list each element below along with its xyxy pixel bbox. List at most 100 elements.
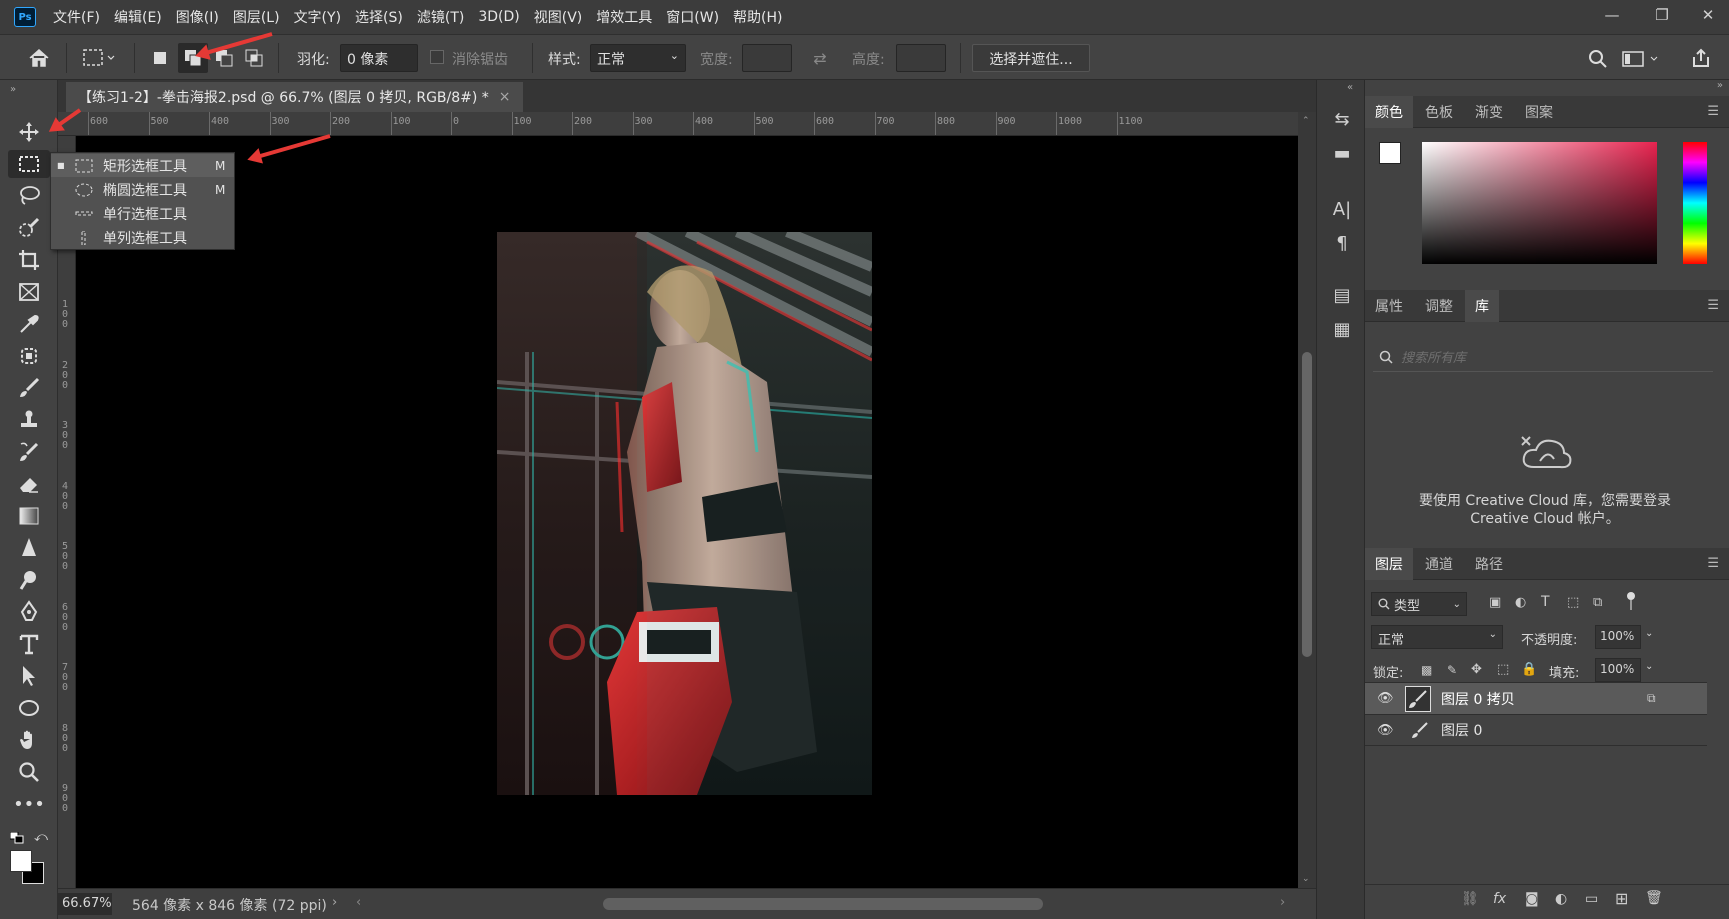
history-brush-tool[interactable] <box>8 438 50 466</box>
library-search-input[interactable]: 搜索所有库 <box>1373 342 1713 372</box>
character-panel-icon[interactable]: A| <box>1329 196 1355 222</box>
feather-input[interactable]: 0 像素 <box>340 44 418 72</box>
foreground-color-swatch[interactable] <box>10 850 32 872</box>
flyout-item-single-row-marquee[interactable]: 单行选框工具 <box>51 202 234 225</box>
close-window-button[interactable]: ✕ <box>1688 3 1728 27</box>
blend-mode-select[interactable]: 正常 ⌄ <box>1371 625 1503 649</box>
filter-pixel-icon[interactable]: ▣ <box>1489 595 1501 610</box>
scroll-left-icon[interactable]: ‹ <box>356 895 361 910</box>
menu-window[interactable]: 窗口(W) <box>659 0 726 34</box>
foreground-color-swatch[interactable] <box>1379 142 1401 164</box>
fill-input[interactable]: 100% <box>1595 658 1641 682</box>
trash-icon[interactable]: 🗑 <box>1645 890 1663 906</box>
zoom-tool[interactable] <box>8 758 50 786</box>
new-group-icon[interactable]: ▭ <box>1585 891 1598 907</box>
lock-position-icon[interactable]: ✥ <box>1471 662 1482 677</box>
horizontal-scroll-thumb[interactable] <box>603 898 1043 910</box>
style-select[interactable]: 正常 ⌄ <box>590 44 686 72</box>
filter-smart-object-icon[interactable]: ⧉ <box>1593 595 1602 610</box>
clone-stamp-tool[interactable] <box>8 406 50 434</box>
tab-patterns[interactable]: 图案 <box>1515 96 1563 128</box>
scroll-down-icon[interactable]: ⌄ <box>1302 874 1310 884</box>
filter-shape-icon[interactable]: ⬚ <box>1567 595 1579 610</box>
fill-dropdown-icon[interactable]: ⌄ <box>1645 661 1653 672</box>
layer-name[interactable]: 图层 0 拷贝 <box>1441 689 1515 709</box>
zoom-level-field[interactable]: 66.67% <box>58 893 112 915</box>
tab-channels[interactable]: 通道 <box>1415 548 1463 580</box>
filter-type-icon[interactable]: T <box>1541 594 1550 610</box>
tab-adjustments[interactable]: 调整 <box>1415 290 1463 322</box>
quick-selection-tool[interactable] <box>8 214 50 242</box>
path-selection-tool[interactable] <box>8 662 50 690</box>
more-tools-icon[interactable]: ••• <box>8 790 50 818</box>
tab-layers[interactable]: 图层 <box>1365 548 1413 580</box>
workspace-switcher[interactable] <box>1620 47 1662 71</box>
panel-menu-icon[interactable]: ☰ <box>1707 556 1719 571</box>
new-selection-button[interactable] <box>148 46 172 70</box>
lock-transparent-icon[interactable]: ▩ <box>1421 663 1432 677</box>
tab-libraries[interactable]: 库 <box>1465 290 1499 322</box>
type-tool[interactable] <box>8 630 50 658</box>
paragraph-panel-icon[interactable]: ¶ <box>1329 230 1355 256</box>
panel-menu-icon[interactable]: ☰ <box>1707 298 1719 313</box>
menu-view[interactable]: 视图(V) <box>527 0 590 34</box>
visibility-eye-icon[interactable]: 👁 <box>1377 691 1394 706</box>
shape-tool[interactable] <box>8 694 50 722</box>
collapse-arrows-icon[interactable]: » <box>10 84 16 95</box>
antialias-checkbox[interactable] <box>430 50 444 64</box>
move-tool[interactable] <box>8 118 50 146</box>
scroll-right-icon[interactable]: › <box>1280 895 1285 910</box>
marquee-tool[interactable] <box>8 150 50 178</box>
layer-name[interactable]: 图层 0 <box>1441 720 1482 740</box>
glyphs-panel-icon[interactable]: ▦ <box>1329 316 1355 342</box>
tab-paths[interactable]: 路径 <box>1465 548 1513 580</box>
tab-color[interactable]: 颜色 <box>1365 96 1413 128</box>
menu-edit[interactable]: 编辑(E) <box>107 0 169 34</box>
tab-properties[interactable]: 属性 <box>1365 290 1413 322</box>
menu-help[interactable]: 帮助(H) <box>726 0 789 34</box>
link-layers-icon[interactable]: ⛓ <box>1461 891 1479 907</box>
lock-all-icon[interactable]: 🔒 <box>1521 662 1537 677</box>
history-panel-icon[interactable]: ⇆ <box>1329 106 1355 132</box>
visibility-eye-icon[interactable]: 👁 <box>1377 723 1394 738</box>
comments-panel-icon[interactable]: ▬ <box>1329 140 1355 166</box>
lock-artboard-icon[interactable]: ⬚ <box>1497 662 1509 677</box>
menu-3d[interactable]: 3D(D) <box>471 0 526 34</box>
collapse-panels-icon[interactable]: » <box>1717 80 1723 91</box>
vertical-scrollbar[interactable]: ⌃ ⌄ <box>1298 112 1316 888</box>
select-and-mask-button[interactable]: 选择并遮住... <box>972 44 1090 72</box>
spot-healing-tool[interactable] <box>8 342 50 370</box>
menu-select[interactable]: 选择(S) <box>348 0 410 34</box>
lock-pixels-icon[interactable]: ✎ <box>1447 663 1457 677</box>
tab-gradients[interactable]: 渐变 <box>1465 96 1513 128</box>
share-button[interactable] <box>1688 45 1714 71</box>
search-button[interactable] <box>1586 47 1610 71</box>
menu-type[interactable]: 文字(Y) <box>287 0 348 34</box>
close-tab-icon[interactable]: × <box>499 89 511 105</box>
gradient-tool[interactable] <box>8 502 50 530</box>
eraser-tool[interactable] <box>8 470 50 498</box>
scroll-up-icon[interactable]: ⌃ <box>1302 116 1310 126</box>
crop-tool[interactable] <box>8 246 50 274</box>
height-input[interactable] <box>896 44 946 72</box>
eyedropper-tool[interactable] <box>8 310 50 338</box>
document-tab[interactable]: 【练习1-2】-拳击海报2.psd @ 66.7% (图层 0 拷贝, RGB/… <box>66 82 523 112</box>
intersect-selection-button[interactable] <box>242 46 266 70</box>
hue-slider[interactable] <box>1683 142 1707 264</box>
minimize-button[interactable]: — <box>1592 3 1632 27</box>
home-button[interactable] <box>24 43 54 73</box>
tab-swatches[interactable]: 色板 <box>1415 96 1463 128</box>
opacity-dropdown-icon[interactable]: ⌄ <box>1645 628 1653 639</box>
swap-dimensions-icon[interactable]: ⇄ <box>808 47 832 69</box>
fx-icon[interactable]: fx <box>1493 891 1506 907</box>
notes-panel-icon[interactable]: ▤ <box>1329 282 1355 308</box>
info-expand-icon[interactable]: › <box>332 895 337 910</box>
menu-image[interactable]: 图像(I) <box>169 0 226 34</box>
filter-toggle-icon[interactable] <box>1627 592 1637 610</box>
swap-colors-icon[interactable]: ⤺ <box>34 830 48 845</box>
menu-layer[interactable]: 图层(L) <box>226 0 287 34</box>
width-input[interactable] <box>742 44 792 72</box>
layer-row[interactable]: 👁 图层 0 拷贝 ⧉ <box>1365 682 1707 714</box>
dodge-tool[interactable] <box>8 566 50 594</box>
add-mask-icon[interactable]: ◙ <box>1525 891 1539 907</box>
